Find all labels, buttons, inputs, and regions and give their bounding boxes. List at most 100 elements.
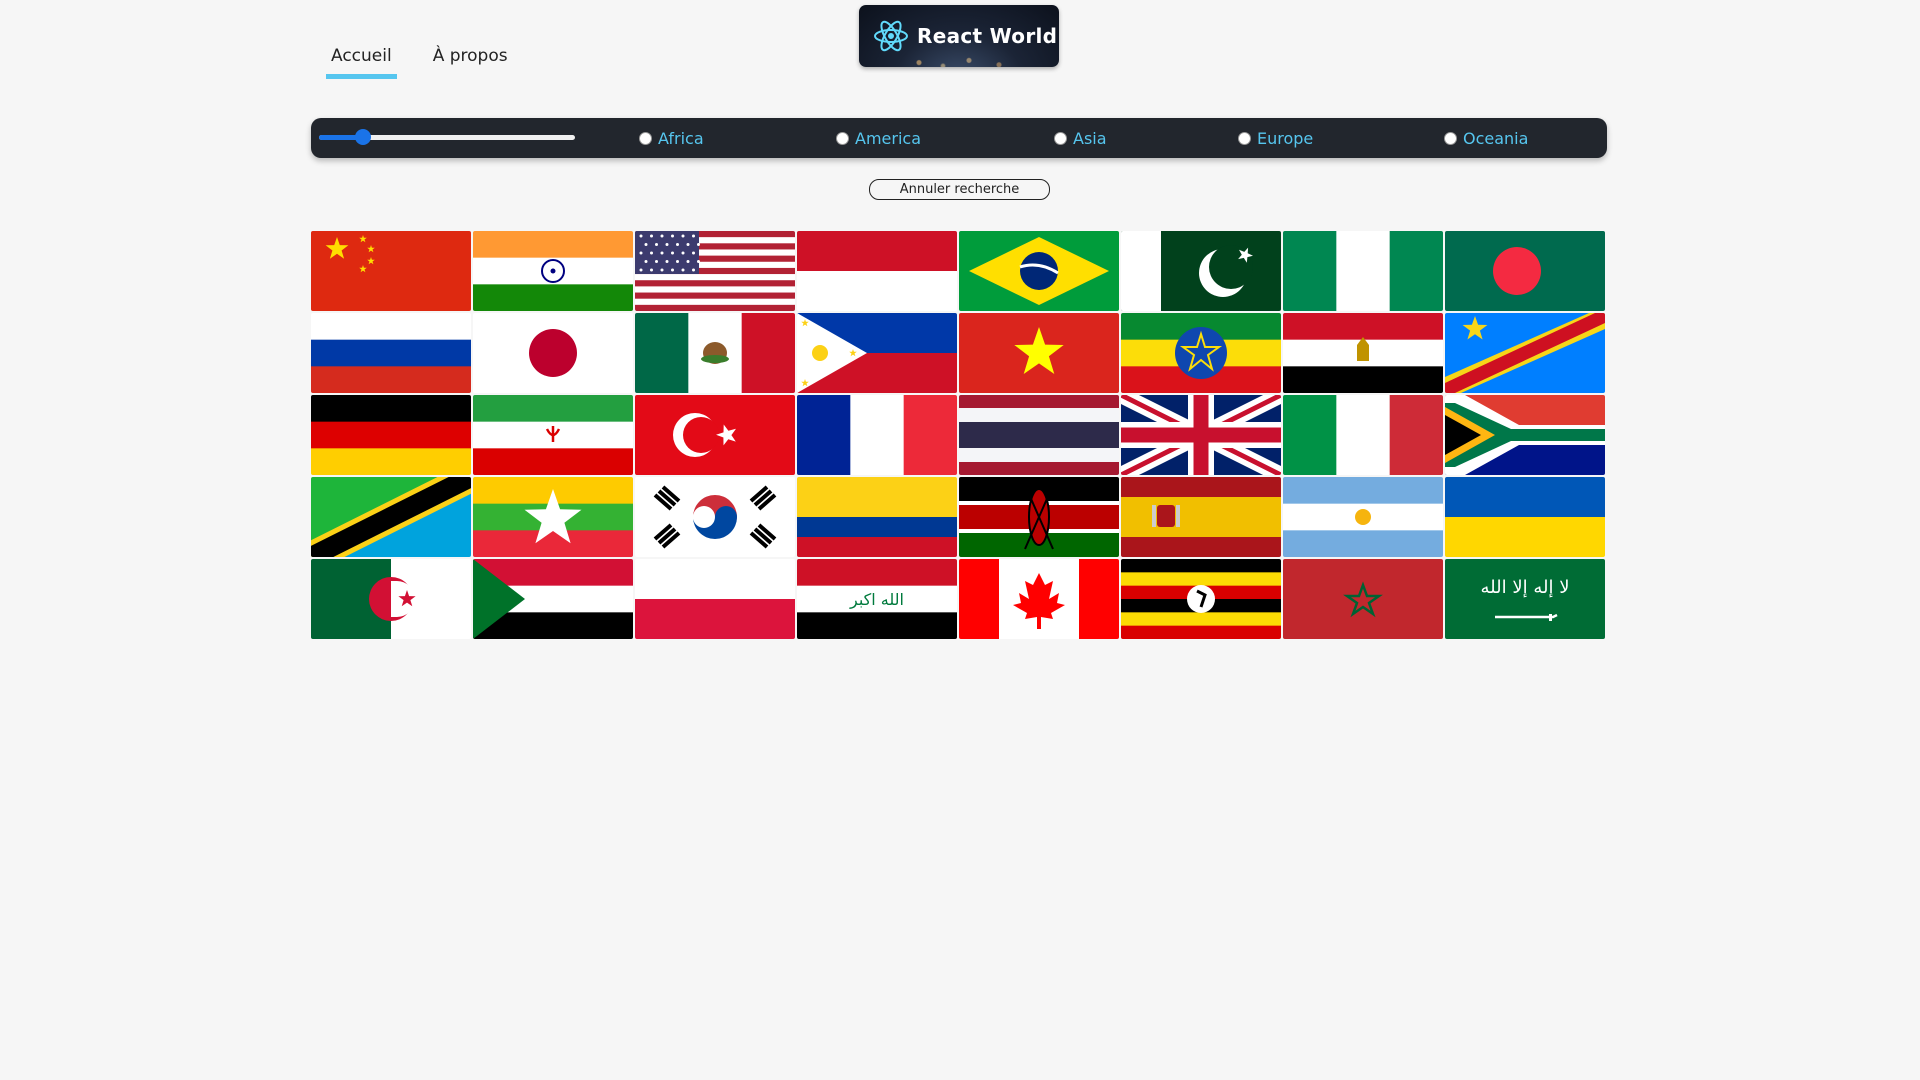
flag-united-states[interactable] [635,231,795,311]
flag-image [1121,395,1281,475]
radio-circle[interactable] [1238,132,1251,145]
flag-saudi-arabia[interactable]: لا إله إلا الله [1445,559,1605,639]
flag-ukraine[interactable] [1445,477,1605,557]
flag-image [797,313,957,393]
flag-south-korea[interactable] [635,477,795,557]
flag-tanzania[interactable] [311,477,471,557]
region-label: Europe [1257,129,1314,148]
region-radio-america[interactable]: America [836,129,921,148]
radio-circle[interactable] [639,132,652,145]
flag-brazil[interactable] [959,231,1119,311]
region-label: America [855,129,921,148]
flag-image [1121,559,1281,639]
flag-dr-congo[interactable] [1445,313,1605,393]
region-radio-asia[interactable]: Asia [1054,129,1107,148]
flag-turkey[interactable] [635,395,795,475]
flag-china[interactable] [311,231,471,311]
flag-image [1283,559,1443,639]
flag-image [1121,313,1281,393]
react-world-logo[interactable]: React World [859,5,1059,67]
flag-egypt[interactable] [1283,313,1443,393]
flag-kenya[interactable] [959,477,1119,557]
flag-iraq[interactable]: الله اكبر [797,559,957,639]
logo-title: React World [917,24,1058,48]
flag-india[interactable] [473,231,633,311]
flag-image: لا إله إلا الله [1445,559,1605,639]
flag-image [959,231,1119,311]
flag-uganda[interactable] [1121,559,1281,639]
flag-russia[interactable] [311,313,471,393]
flag-united-kingdom[interactable] [1121,395,1281,475]
flag-canada[interactable] [959,559,1119,639]
flag-image [635,477,795,557]
flag-image [635,559,795,639]
flag-image [1121,231,1281,311]
flag-image [1121,477,1281,557]
flag-image [635,395,795,475]
flag-image [311,477,471,557]
reset-search-button[interactable]: Annuler recherche [869,179,1050,200]
radio-circle[interactable] [1444,132,1457,145]
flag-image [311,559,471,639]
flag-image [311,231,471,311]
flag-image [1445,313,1605,393]
flag-colombia[interactable] [797,477,957,557]
flag-ethiopia[interactable] [1121,313,1281,393]
flag-morocco[interactable] [1283,559,1443,639]
flag-image [1283,313,1443,393]
flag-image [635,231,795,311]
flag-argentina[interactable] [1283,477,1443,557]
nav-about-link[interactable]: À propos [433,46,508,79]
flag-myanmar[interactable] [473,477,633,557]
flag-image [1283,231,1443,311]
flag-image [473,477,633,557]
radio-circle[interactable] [1054,132,1067,145]
flag-image [959,395,1119,475]
flag-image [1283,477,1443,557]
flag-image [1445,477,1605,557]
flag-indonesia[interactable] [797,231,957,311]
flag-algeria[interactable] [311,559,471,639]
flag-sudan[interactable] [473,559,633,639]
region-label: Africa [658,129,704,148]
flag-image [473,313,633,393]
flag-germany[interactable] [311,395,471,475]
region-radio-africa[interactable]: Africa [639,129,704,148]
slider-thumb[interactable] [354,129,371,145]
flag-image [635,313,795,393]
flag-pakistan[interactable] [1121,231,1281,311]
nav-home-link[interactable]: Accueil [326,46,397,79]
flag-poland[interactable] [635,559,795,639]
population-slider[interactable] [319,129,575,145]
flag-spain[interactable] [1121,477,1281,557]
flag-image [311,313,471,393]
flag-image [1283,395,1443,475]
region-radio-europe[interactable]: Europe [1238,129,1313,148]
flag-mexico[interactable] [635,313,795,393]
flag-image [959,477,1119,557]
region-radio-oceania[interactable]: Oceania [1444,129,1528,148]
flag-france[interactable] [797,395,957,475]
flag-image [473,231,633,311]
flag-image: الله اكبر [797,559,957,639]
flag-south-africa[interactable] [1445,395,1605,475]
flag-image [797,231,957,311]
flag-grid: الله اكبر لا إله إلا الله [311,231,1607,639]
flag-philippines[interactable] [797,313,957,393]
flag-thailand[interactable] [959,395,1119,475]
radio-circle[interactable] [836,132,849,145]
flag-nigeria[interactable] [1283,231,1443,311]
svg-text:الله اكبر: الله اكبر [849,590,904,610]
flag-image [1445,231,1605,311]
flag-image [473,395,633,475]
flag-image [797,395,957,475]
flag-iran[interactable] [473,395,633,475]
flag-image [959,313,1119,393]
flag-image [959,559,1119,639]
region-label: Asia [1073,129,1107,148]
svg-text:لا إله إلا الله: لا إله إلا الله [1481,577,1570,598]
flag-vietnam[interactable] [959,313,1119,393]
flag-bangladesh[interactable] [1445,231,1605,311]
flag-japan[interactable] [473,313,633,393]
flag-italy[interactable] [1283,395,1443,475]
